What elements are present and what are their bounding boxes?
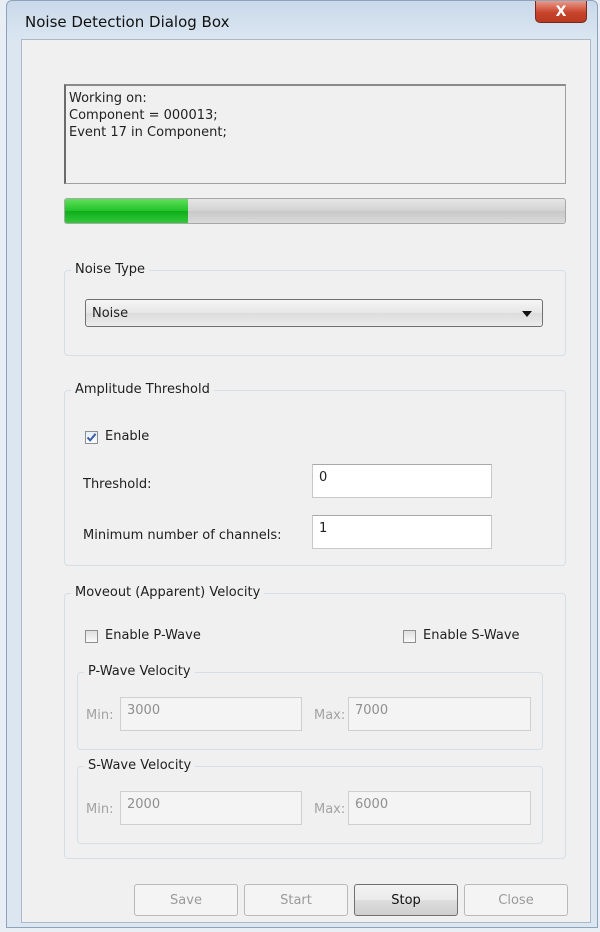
moveout-velocity-group: Moveout (Apparent) Velocity Enable P-Wav… [64, 585, 566, 859]
p-wave-velocity-legend: P-Wave Velocity [84, 664, 195, 679]
enable-amplitude-checkbox[interactable] [85, 431, 98, 444]
s-wave-max-input[interactable]: 6000 [348, 791, 531, 825]
amplitude-threshold-group: Amplitude Threshold Enable Threshold: 0 … [64, 382, 566, 566]
status-line: Working on: [69, 91, 147, 106]
dialog-window: Noise Detection Dialog Box X Working on:… [6, 0, 598, 928]
enable-p-wave-label: Enable P-Wave [105, 628, 201, 643]
noise-type-select[interactable]: Noise [85, 299, 543, 327]
enable-s-wave-label: Enable S-Wave [423, 628, 520, 643]
threshold-input[interactable]: 0 [312, 464, 492, 498]
progress-bar [64, 198, 566, 224]
close-window-button[interactable]: X [535, 1, 587, 23]
s-wave-velocity-legend: S-Wave Velocity [84, 758, 196, 773]
p-wave-min-input[interactable]: 3000 [120, 697, 302, 731]
moveout-velocity-legend: Moveout (Apparent) Velocity [71, 585, 265, 600]
p-wave-max-input[interactable]: 7000 [348, 697, 531, 731]
save-button[interactable]: Save [134, 884, 238, 916]
status-line: Event 17 in Component; [69, 125, 227, 140]
check-icon [86, 433, 97, 442]
s-wave-min-label: Min: [86, 802, 114, 817]
progress-fill [65, 199, 188, 223]
noise-type-selected-value: Noise [92, 306, 129, 321]
title-bar[interactable]: Noise Detection Dialog Box X [7, 1, 597, 41]
threshold-label: Threshold: [83, 477, 152, 492]
status-text-box: Working on: Component = 000013; Event 17… [64, 84, 566, 184]
window-title: Noise Detection Dialog Box [25, 13, 230, 31]
enable-amplitude-label: Enable [105, 429, 150, 444]
s-wave-max-label: Max: [314, 802, 346, 817]
noise-type-group: Noise Type Noise [64, 262, 566, 356]
start-button[interactable]: Start [244, 884, 348, 916]
enable-p-wave-checkbox[interactable] [85, 630, 98, 643]
p-wave-min-label: Min: [86, 708, 114, 723]
min-channels-label: Minimum number of channels: [83, 528, 282, 543]
dialog-client-area: Working on: Component = 000013; Event 17… [21, 39, 591, 923]
stop-button[interactable]: Stop [354, 884, 458, 916]
noise-type-legend: Noise Type [71, 262, 150, 277]
status-line: Component = 000013; [69, 108, 218, 123]
chevron-down-icon [522, 311, 532, 317]
close-button[interactable]: Close [464, 884, 568, 916]
enable-s-wave-checkbox[interactable] [403, 630, 416, 643]
p-wave-velocity-group: P-Wave Velocity Min: 3000 Max: 7000 [77, 664, 543, 750]
min-channels-input[interactable]: 1 [312, 515, 492, 549]
close-icon: X [555, 3, 567, 20]
p-wave-max-label: Max: [314, 708, 346, 723]
amplitude-threshold-legend: Amplitude Threshold [71, 382, 214, 397]
s-wave-velocity-group: S-Wave Velocity Min: 2000 Max: 6000 [77, 758, 543, 844]
s-wave-min-input[interactable]: 2000 [120, 791, 302, 825]
